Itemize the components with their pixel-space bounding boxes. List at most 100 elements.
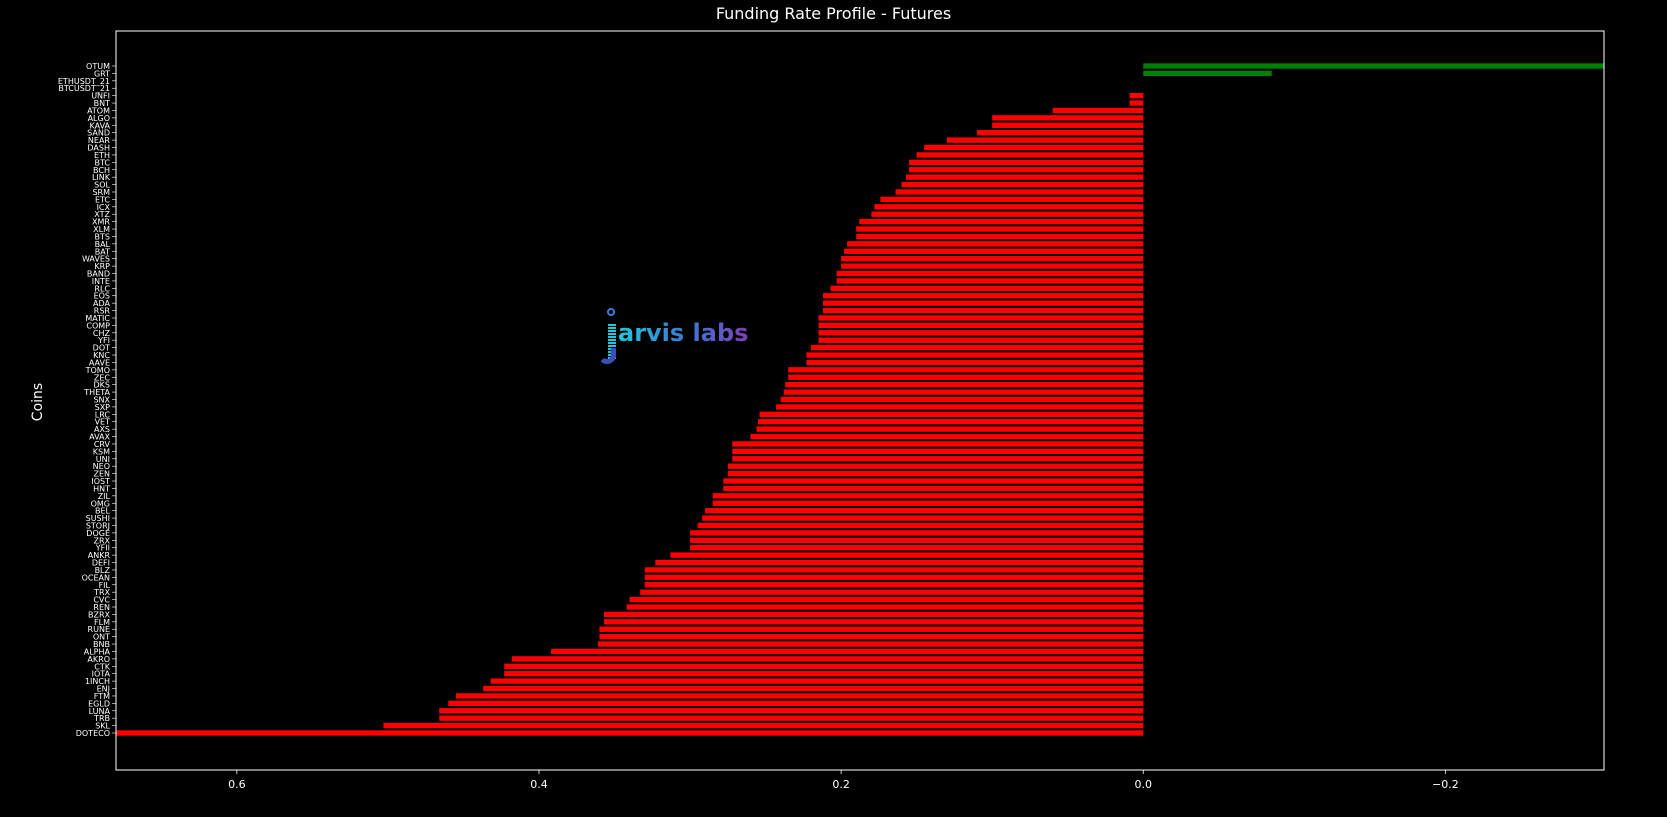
svg-text:arvis labs: arvis labs [618,319,748,347]
bar-ren [626,604,1144,610]
bar-matic [818,315,1144,321]
bar-eos [822,293,1144,299]
logo-wordmark: arvis labs [618,319,748,347]
x-tick-label: 0.6 [228,778,246,791]
bar-unfi [1129,92,1144,99]
bar-bnb [597,641,1144,647]
bar-doge [690,530,1144,536]
bar-etc [880,196,1144,203]
bar-iost [723,478,1144,484]
bar-sol [901,181,1144,188]
bar-rune [599,626,1144,632]
bar-cvc [629,596,1144,603]
bar-bts [856,233,1144,240]
bar-xtz [871,211,1144,217]
bar-ont [599,633,1144,640]
bar-ada [822,300,1144,306]
bar-bat [844,248,1144,254]
bar-defi [655,559,1144,566]
bar-ftm [455,693,1144,699]
bar-band [836,270,1144,277]
bar-sand [977,130,1144,136]
bar-bal [847,241,1144,247]
bar-lrc [759,411,1144,417]
bar-xmr [859,218,1144,225]
bar-hnt [723,485,1144,492]
bar-zec [788,374,1144,380]
bar-bzrx [603,611,1144,618]
bar-alpha [551,648,1144,655]
bar-flm [603,619,1144,625]
bar-yfi [818,337,1144,343]
x-tick-label: 0.2 [832,778,850,791]
bar-storj [697,522,1144,529]
bar-blz [644,567,1144,573]
bar-neo [727,463,1144,469]
bar-yfii [690,545,1144,551]
bar-zrx [690,537,1144,543]
bar-sushi [702,515,1144,521]
y-tick-label: DOTECO [76,729,110,738]
bar-iota [504,671,1144,677]
bar-bch [909,167,1144,173]
bar-trb [439,715,1144,721]
bar-akro [511,656,1144,662]
bar-grt [1143,70,1272,77]
bar-omg [712,500,1144,506]
bar-srm [895,189,1144,195]
bar-krp [841,263,1144,269]
x-tick-label: 0.0 [1134,778,1152,791]
bar-atom [1052,107,1144,114]
bar-chz [818,330,1144,336]
bar-bnt [1129,100,1144,106]
bar-zen [727,470,1144,477]
bar-zil [712,493,1144,499]
bar-rsr [822,307,1144,314]
bar-ankr [670,552,1144,558]
y-tick-labels: OTUMGRTETHUSDT_21BTCUSDT_21UNFIBNTATOMAL… [58,62,116,738]
bar-crv [732,441,1144,447]
bar-1inch [490,678,1144,684]
bar-ksm [732,448,1144,455]
funding-rate-chart: OTUMGRTETHUSDT_21BTCUSDT_21UNFIBNTATOMAL… [58,30,1605,791]
bar-dot [810,344,1144,351]
bar-near [946,137,1144,143]
bar-dash [924,144,1144,151]
bar-bel [705,507,1144,514]
bar-avax [750,433,1144,440]
bar-xlm [856,226,1144,232]
bar-eth [916,152,1144,158]
bar-trx [640,589,1144,595]
x-tick-label: −0.2 [1432,778,1459,791]
bar-knc [806,352,1144,358]
x-tick-labels: 0.6 0.4 0.2 0.0 −0.2 [228,770,1459,791]
bar-comp [818,322,1144,329]
bar-ctk [504,663,1144,669]
bar-theta [783,389,1144,395]
bar-waves [841,256,1144,262]
bar-kava [992,122,1144,128]
bar-algo [992,115,1144,121]
bar-inte [836,278,1144,284]
bar-doteco [116,730,1144,736]
bar-dks [785,382,1144,388]
bar-rlc [830,285,1144,292]
bar-skl [383,722,1144,729]
bar-otum [1143,63,1604,69]
logo-dot-icon [607,308,615,316]
bar-tomo [788,367,1144,373]
bar-aave [806,359,1144,366]
bar-icx [874,204,1144,210]
bar-ocean [644,574,1144,581]
bar-uni [732,456,1144,462]
bar-sxp [776,404,1144,410]
bar-egld [448,700,1144,707]
bar-luna [439,708,1144,714]
bar-btc [909,159,1144,166]
bar-axs [756,426,1144,432]
bar-enj [483,685,1144,692]
x-tick-label: 0.4 [530,778,548,791]
jarvis-labs-logo: arvis labs [598,305,758,375]
logo-j-hook-icon [598,348,616,364]
bar-snx [780,396,1144,403]
